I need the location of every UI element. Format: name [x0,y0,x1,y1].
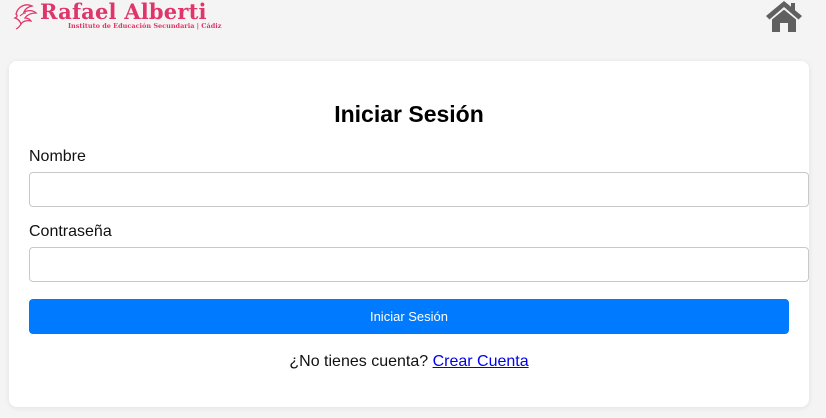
logo-name: Rafael Alberti [40,0,207,24]
password-input[interactable] [29,247,809,282]
name-label: Nombre [29,148,86,165]
home-button[interactable] [766,0,802,32]
login-button[interactable]: Iniciar Sesión [29,299,789,334]
dove-logo-icon [13,4,38,30]
no-account-text: ¿No tienes cuenta? [289,353,429,370]
name-input[interactable] [29,172,809,207]
page-title: Iniciar Sesión [334,101,484,127]
create-account-link[interactable]: Crear Cuenta [433,353,529,370]
school-logo[interactable]: Rafael Alberti Instituto de Educación Se… [12,0,221,30]
register-prompt: ¿No tienes cuenta? Crear Cuenta [9,353,809,371]
password-label: Contraseña [29,223,112,240]
login-card: Iniciar Sesión Nombre Contraseña Iniciar… [9,61,809,407]
logo-subtitle: Instituto de Educación Secundaria | Cádi… [68,22,222,30]
logo-text: Rafael Alberti Instituto de Educación Se… [40,0,221,30]
home-icon [766,1,802,32]
header: Rafael Alberti Instituto de Educación Se… [0,0,826,40]
